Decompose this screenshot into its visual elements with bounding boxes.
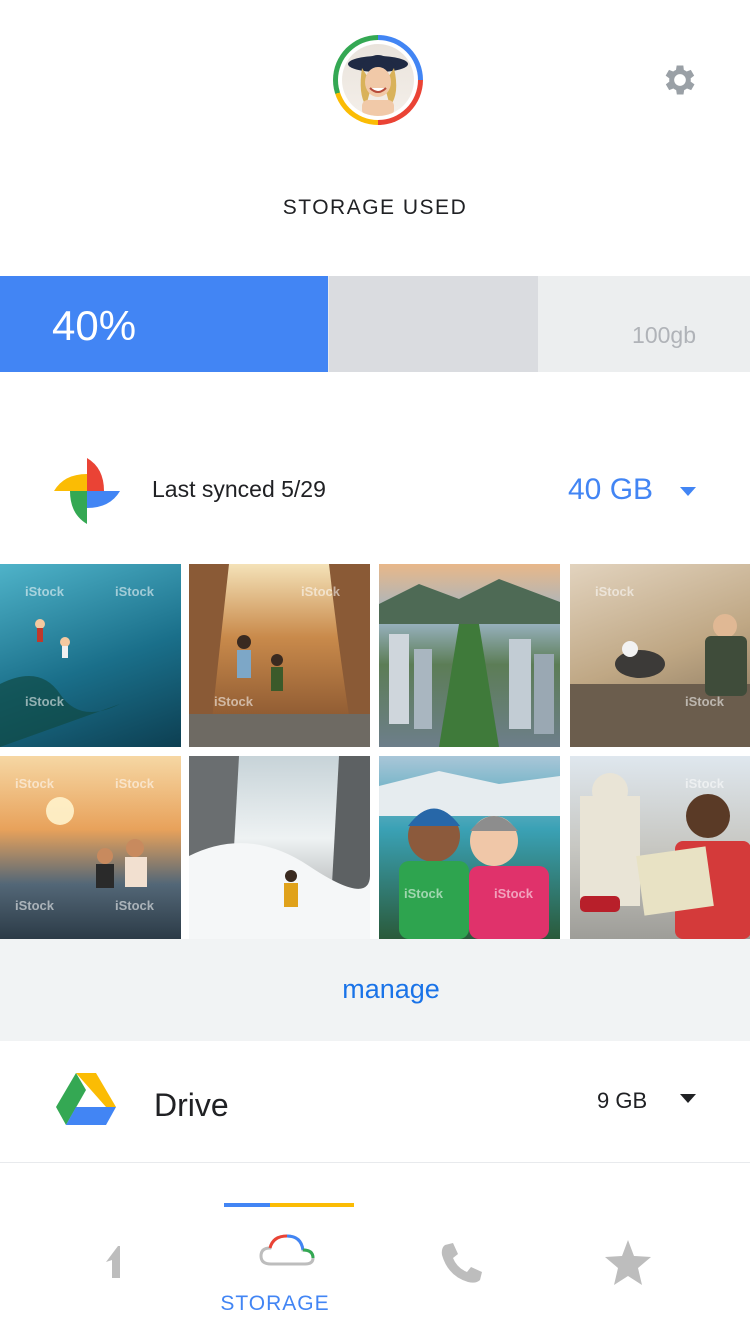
photo-thumbnail[interactable]: iStock iStock bbox=[570, 564, 750, 747]
settings-gear-icon[interactable] bbox=[660, 60, 700, 100]
drive-size-dropdown[interactable]: 9 GB bbox=[597, 1088, 647, 1114]
watermark-text: iStock bbox=[15, 898, 55, 913]
watermark-text: iStock bbox=[685, 694, 725, 709]
manage-bar: manage bbox=[0, 939, 750, 1041]
avatar[interactable] bbox=[333, 35, 423, 125]
watermark-text: iStock bbox=[25, 694, 65, 709]
watermark-text: iStock bbox=[214, 694, 254, 709]
watermark-text: iStock bbox=[404, 886, 444, 901]
storage-bar-fill bbox=[0, 276, 328, 372]
photos-storage-row[interactable]: Last synced 5/29 40 GB bbox=[0, 440, 750, 540]
avatar-ring-inner bbox=[338, 40, 418, 120]
phone-icon[interactable] bbox=[410, 1224, 510, 1324]
page-title: STORAGE USED bbox=[282, 196, 468, 219]
watermark-text: iStock bbox=[25, 584, 65, 599]
photo-grid: iStock iStock iStock iStock iStock iStoc… bbox=[0, 564, 750, 939]
watermark-text: iStock bbox=[494, 886, 534, 901]
photo-thumbnail[interactable] bbox=[189, 756, 370, 939]
google-photos-icon bbox=[52, 456, 122, 526]
user-avatar-icon bbox=[342, 44, 414, 116]
google-drive-icon bbox=[56, 1073, 116, 1127]
watermark-text: iStock bbox=[115, 898, 155, 913]
active-tab-indicator bbox=[224, 1194, 354, 1207]
storage-progress-bar: 40% 100gb bbox=[0, 276, 750, 372]
last-synced-text: Last synced 5/29 bbox=[152, 476, 326, 502]
watermark-text: iStock bbox=[595, 584, 635, 599]
watermark-text: iStock bbox=[115, 776, 155, 791]
watermark-text: iStock bbox=[301, 584, 341, 599]
watermark-text: iStock bbox=[115, 584, 155, 599]
tab-storage-label: STORAGE bbox=[220, 1292, 330, 1315]
bottom-navigation: STORAGE bbox=[0, 1164, 750, 1334]
photo-thumbnail[interactable]: iStock bbox=[570, 756, 750, 939]
photo-thumbnail[interactable]: iStock iStock bbox=[189, 564, 370, 747]
drive-storage-row[interactable]: Drive 9 GB bbox=[0, 1041, 750, 1163]
storage-bar-segment bbox=[329, 276, 538, 372]
tab-storage[interactable]: STORAGE bbox=[220, 1224, 329, 1324]
photo-thumbnail[interactable]: iStock iStock iStock bbox=[0, 564, 181, 747]
drive-label: Drive bbox=[154, 1087, 229, 1123]
watermark-text: iStock bbox=[685, 776, 725, 791]
storage-percent-label: 40% bbox=[52, 302, 137, 349]
watermark-text: iStock bbox=[15, 776, 55, 791]
photo-thumbnail[interactable] bbox=[379, 564, 560, 747]
photo-thumbnail[interactable]: iStock iStock bbox=[379, 756, 560, 939]
google-one-icon[interactable] bbox=[66, 1224, 166, 1324]
photo-thumbnail[interactable]: iStock iStock iStock iStock bbox=[0, 756, 181, 939]
photos-size-dropdown[interactable]: 40 GB bbox=[568, 473, 653, 507]
storage-capacity-label: 100gb bbox=[632, 322, 696, 348]
cloud-icon bbox=[237, 1224, 337, 1289]
star-icon[interactable] bbox=[578, 1224, 678, 1324]
manage-button[interactable]: manage bbox=[0, 974, 750, 1005]
chevron-down-icon[interactable] bbox=[680, 1094, 696, 1103]
chevron-down-icon[interactable] bbox=[680, 487, 696, 496]
